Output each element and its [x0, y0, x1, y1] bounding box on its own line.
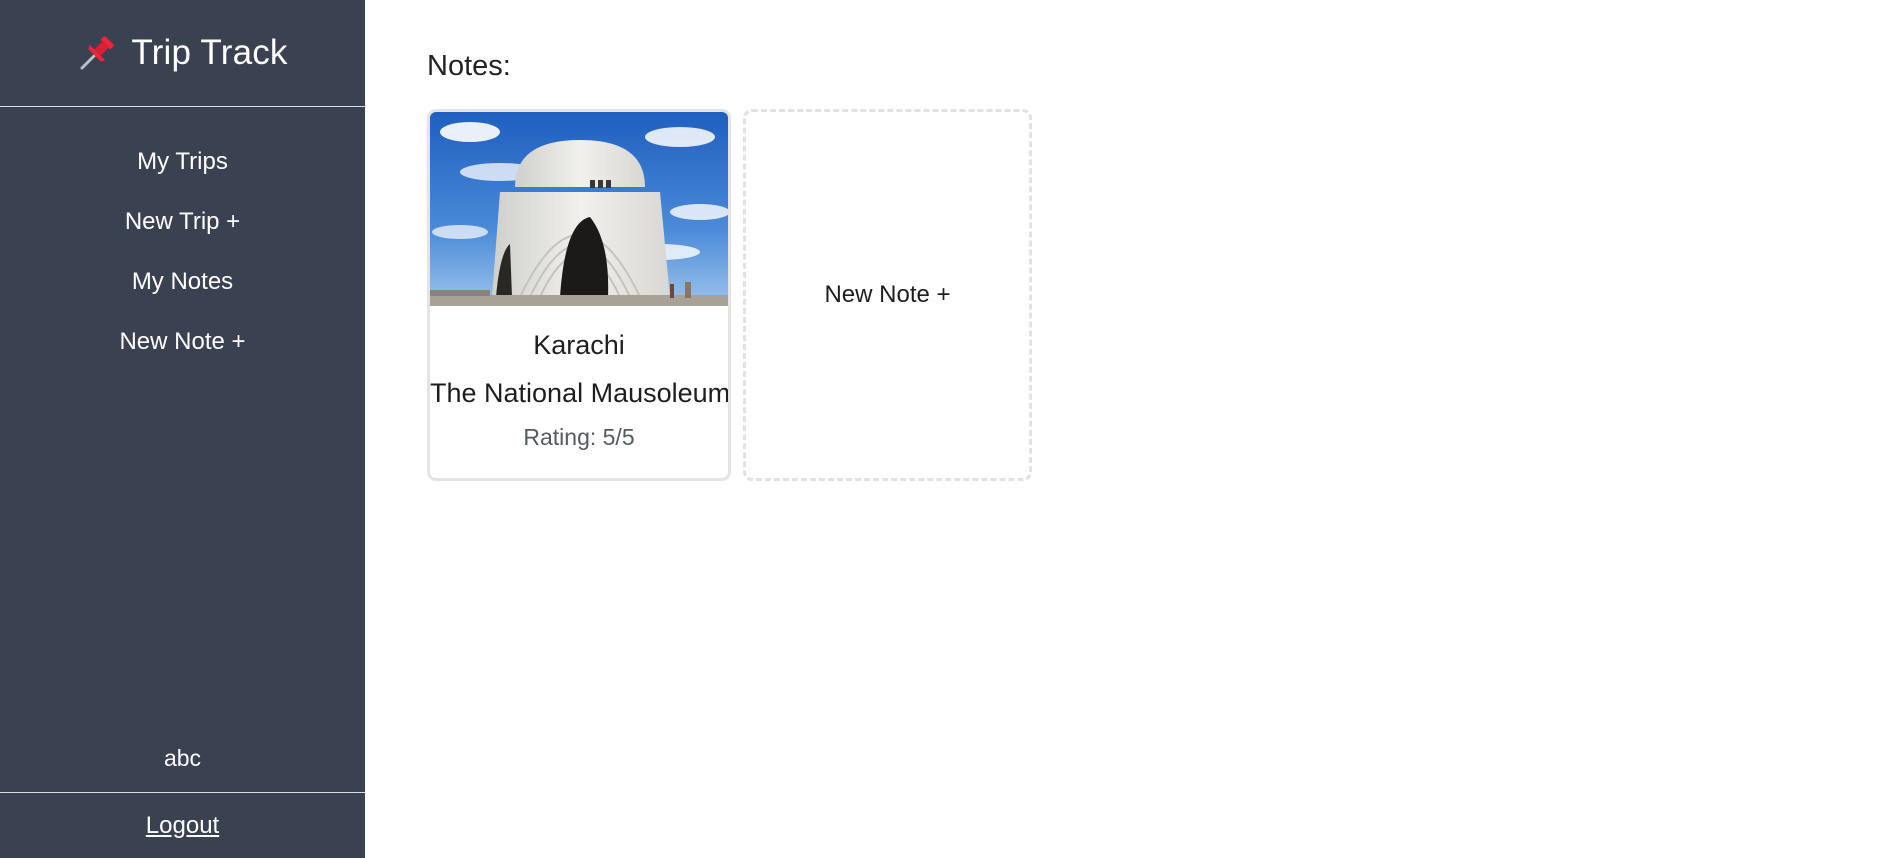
note-place: The National Mausoleum: [430, 378, 731, 408]
mausoleum-photo: [430, 112, 728, 306]
sidebar-item-my-notes[interactable]: My Notes: [132, 252, 233, 312]
sidebar: Trip Track My Trips New Trip + My Notes …: [0, 0, 365, 858]
sidebar-nav: My Trips New Trip + My Notes New Note +: [0, 107, 365, 372]
username-label: abc: [163, 745, 202, 771]
pushpin-icon: [77, 33, 117, 73]
new-note-label: New Note +: [824, 281, 951, 308]
app-root: Trip Track My Trips New Trip + My Notes …: [0, 0, 1893, 858]
notes-grid: Karachi The National Mausoleum Rating: 5…: [427, 109, 1893, 481]
logout-section: Logout: [0, 792, 365, 858]
sidebar-item-new-trip[interactable]: New Trip +: [125, 192, 240, 252]
page-title: Notes:: [427, 50, 511, 82]
brand-header[interactable]: Trip Track: [0, 0, 365, 107]
logout-link[interactable]: Logout: [146, 812, 219, 840]
note-card[interactable]: Karachi The National Mausoleum Rating: 5…: [427, 109, 731, 481]
new-note-card[interactable]: New Note +: [743, 109, 1032, 481]
app-title: Trip Track: [131, 33, 288, 72]
sidebar-item-my-trips[interactable]: My Trips: [137, 132, 228, 192]
main-content: Notes: Karachi The National Mausoleum Ra…: [365, 0, 1893, 858]
note-rating: Rating: 5/5: [523, 424, 635, 450]
sidebar-item-new-note[interactable]: New Note +: [119, 312, 245, 372]
note-city: Karachi: [533, 330, 625, 360]
